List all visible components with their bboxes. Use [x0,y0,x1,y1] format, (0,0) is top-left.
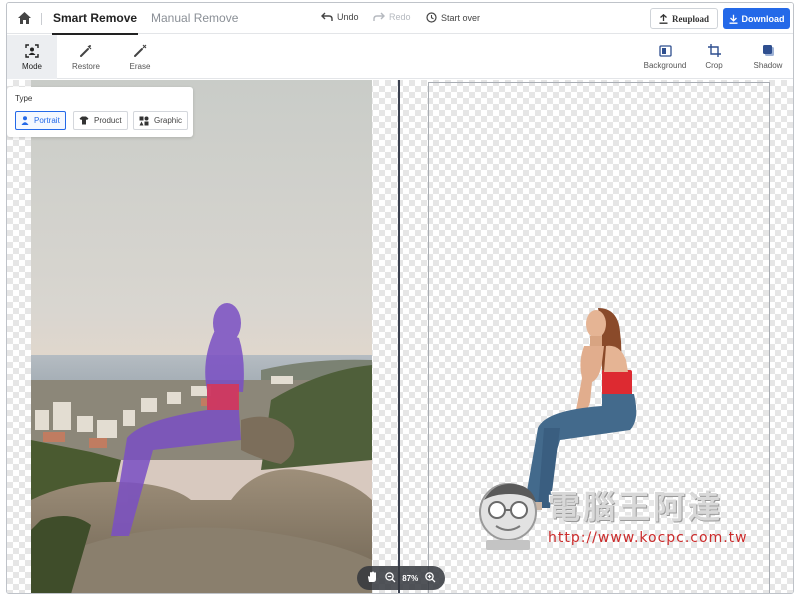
download-button[interactable]: Download [723,8,790,29]
tool-background[interactable]: Background [637,35,693,79]
tool-shadow[interactable]: Shadow [743,35,793,79]
top-bar: Smart Remove Manual Remove Undo Redo Sta… [7,3,793,35]
upload-icon [659,13,668,24]
type-portrait-label: Portrait [34,116,60,125]
tool-restore-label: Restore [71,61,100,71]
tool-mode-label: Mode [21,61,42,71]
restore-brush-icon [80,44,92,57]
type-product-button[interactable]: Product [73,111,128,130]
canvas-workspace[interactable]: Type Portrait Product Graphic 電腦王阿達 http… [7,80,793,593]
type-product-label: Product [94,116,122,125]
tab-manual-remove[interactable]: Manual Remove [151,11,238,25]
erase-brush-icon [134,44,147,57]
redo-button[interactable]: Redo [373,12,411,22]
start-over-label: Start over [441,12,481,23]
type-graphic-button[interactable]: Graphic [133,111,189,130]
reupload-label: Reupload [671,13,709,24]
watermark: 電腦王阿達 http://www.kocpc.com.tw [474,476,774,556]
shadow-icon [762,45,774,56]
undo-label: Undo [337,12,359,22]
download-icon [729,14,737,24]
original-photo [31,80,372,593]
person-icon [21,116,29,125]
tool-crop-label: Crop [705,61,723,70]
portrait-frame-icon [25,43,39,58]
zoom-out-icon[interactable] [384,571,396,585]
shirt-icon [79,116,89,125]
type-graphic-label: Graphic [154,116,183,125]
toolbar: Mode Restore Erase Background Crop Shado… [7,35,793,79]
redo-label: Redo [389,12,411,22]
app-window: Smart Remove Manual Remove Undo Redo Sta… [6,2,794,594]
reupload-button[interactable]: Reupload [650,8,718,29]
zoom-in-icon[interactable] [424,571,436,585]
tool-shadow-label: Shadow [753,61,783,70]
watermark-url: http://www.kocpc.com.tw [548,530,748,546]
history-icon [426,12,437,23]
undo-button[interactable]: Undo [321,12,359,22]
zoom-controls: 87% [357,566,445,590]
crop-icon [707,44,721,57]
split-divider[interactable] [398,80,400,593]
background-icon [658,44,672,57]
home-icon[interactable] [15,9,33,27]
tool-crop[interactable]: Crop [691,35,737,79]
tool-restore[interactable]: Restore [61,35,111,79]
type-panel-title: Type [15,94,33,103]
type-panel: Type Portrait Product Graphic [7,87,193,137]
tool-background-label: Background [643,60,687,70]
tool-erase-label: Erase [129,61,151,71]
hand-pan-icon[interactable] [366,571,378,585]
zoom-level: 87% [402,573,419,583]
watermark-mascot-icon [479,483,537,550]
tool-erase[interactable]: Erase [115,35,165,79]
start-over-button[interactable]: Start over [426,12,480,23]
undo-icon [321,12,333,21]
tool-mode[interactable]: Mode [7,35,57,79]
header-divider [41,13,42,25]
redo-icon [373,12,385,21]
download-label: Download [741,13,785,24]
watermark-title: 電腦王阿達 [548,488,724,526]
shapes-icon [139,116,149,125]
type-portrait-button[interactable]: Portrait [15,111,66,130]
tab-smart-remove[interactable]: Smart Remove [51,11,139,35]
